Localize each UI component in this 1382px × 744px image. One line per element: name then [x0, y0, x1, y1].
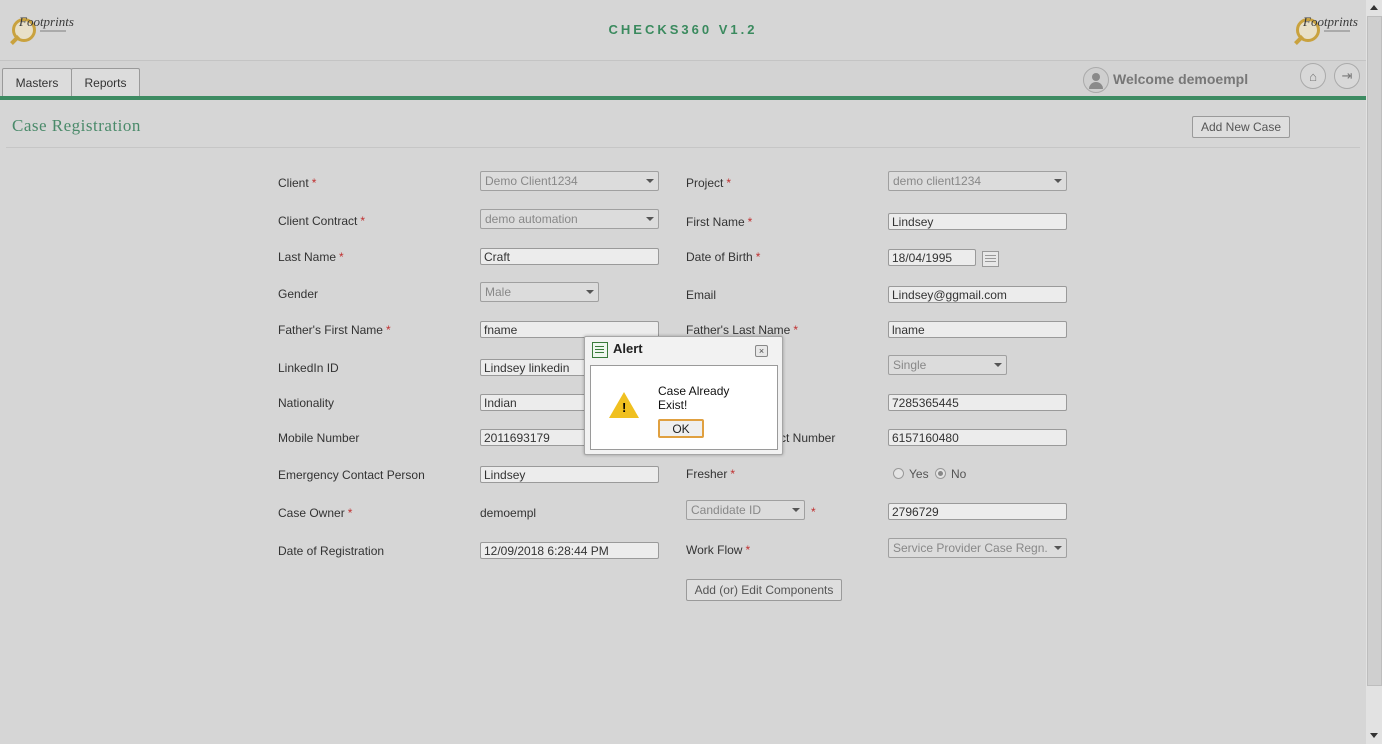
- father-first-name-label: Father's First Name *: [278, 323, 391, 337]
- tab-reports[interactable]: Reports: [71, 68, 140, 96]
- case-owner-label: Case Owner *: [278, 506, 353, 520]
- candidate-id-input[interactable]: 2796729: [888, 503, 1067, 520]
- nav-accent-bar: [0, 96, 1366, 100]
- emergency-number-label: ct Number: [780, 431, 836, 445]
- first-name-input[interactable]: Lindsey: [888, 213, 1067, 230]
- workflow-label: Work Flow *: [686, 543, 751, 557]
- emergency-number-input[interactable]: 6157160480: [888, 429, 1067, 446]
- close-icon[interactable]: ×: [755, 345, 768, 357]
- fresher-label: Fresher *: [686, 467, 736, 481]
- client-contract-select[interactable]: demo automation: [480, 209, 659, 229]
- tab-masters[interactable]: Masters: [2, 68, 72, 96]
- chevron-down-icon: [646, 179, 654, 183]
- client-select[interactable]: Demo Client1234: [480, 171, 659, 191]
- calendar-icon[interactable]: [982, 251, 999, 267]
- chevron-down-icon: [1054, 179, 1062, 183]
- logout-icon[interactable]: ⇥: [1334, 63, 1360, 89]
- welcome-text: Welcome demoempl: [1113, 71, 1249, 87]
- chevron-down-icon: [792, 508, 800, 512]
- date-of-registration-label: Date of Registration: [278, 544, 385, 558]
- user-avatar-icon: [1083, 67, 1109, 93]
- add-edit-components-button[interactable]: Add (or) Edit Components: [686, 579, 842, 601]
- email-input[interactable]: Lindsey@ggmail.com: [888, 286, 1067, 303]
- mobile-label: Mobile Number: [278, 431, 360, 445]
- fresher-no-radio[interactable]: [935, 468, 946, 479]
- alert-title: Alert: [613, 341, 643, 356]
- date-of-registration-input[interactable]: 12/09/2018 6:28:44 PM: [480, 542, 659, 559]
- marital-status-select[interactable]: Single: [888, 355, 1007, 375]
- dob-input[interactable]: 18/04/1995: [888, 249, 976, 266]
- phone-input[interactable]: 7285365445: [888, 394, 1067, 411]
- father-last-name-input[interactable]: lname: [888, 321, 1067, 338]
- dob-label: Date of Birth *: [686, 250, 761, 264]
- emergency-person-label: Emergency Contact Person: [278, 468, 425, 482]
- client-label: Client *: [278, 176, 317, 190]
- scroll-thumb[interactable]: [1367, 16, 1382, 686]
- project-select[interactable]: demo client1234: [888, 171, 1067, 191]
- alert-body: ! Case Already Exist! OK: [590, 365, 778, 450]
- first-name-label: First Name *: [686, 215, 753, 229]
- candidate-id-required: *: [811, 505, 816, 519]
- workflow-select[interactable]: Service Provider Case Regn.: [888, 538, 1067, 558]
- scroll-up-icon[interactable]: [1370, 5, 1378, 10]
- scroll-down-icon[interactable]: [1370, 733, 1378, 738]
- fresher-yes-radio[interactable]: [893, 468, 904, 479]
- ok-button[interactable]: OK: [658, 419, 704, 438]
- vertical-scrollbar[interactable]: [1366, 0, 1382, 744]
- app-title: CHECKS360 V1.2: [608, 22, 758, 37]
- alert-message: Case Already Exist!: [658, 384, 730, 412]
- gender-select[interactable]: Male: [480, 282, 599, 302]
- alert-dialog: Alert × ! Case Already Exist! OK: [584, 336, 783, 455]
- nationality-label: Nationality: [278, 396, 335, 410]
- project-label: Project *: [686, 176, 732, 190]
- candidate-id-select[interactable]: Candidate ID: [686, 500, 805, 520]
- chevron-down-icon: [1054, 546, 1062, 550]
- home-icon[interactable]: ⌂: [1300, 63, 1326, 89]
- add-new-case-button[interactable]: Add New Case: [1192, 116, 1290, 138]
- linkedin-label: LinkedIn ID: [278, 361, 339, 375]
- last-name-input[interactable]: Craft: [480, 248, 659, 265]
- case-owner-value: demoempl: [480, 506, 537, 520]
- logo-text: Footprints: [1303, 14, 1358, 29]
- page-title: Case Registration: [12, 116, 141, 135]
- fresher-yes-label: Yes: [909, 467, 929, 481]
- footprints-logo-right: Footprints: [1290, 8, 1360, 48]
- emergency-person-input[interactable]: Lindsey: [480, 466, 659, 483]
- fresher-no-label: No: [951, 467, 967, 481]
- chevron-down-icon: [994, 363, 1002, 367]
- last-name-label: Last Name *: [278, 250, 344, 264]
- email-label: Email: [686, 288, 717, 302]
- chevron-down-icon: [586, 290, 594, 294]
- father-last-name-label: Father's Last Name *: [686, 323, 799, 337]
- gender-label: Gender: [278, 287, 319, 301]
- chevron-down-icon: [646, 217, 654, 221]
- client-contract-label: Client Contract *: [278, 214, 366, 228]
- alert-title-icon: [592, 342, 608, 358]
- content-divider: [6, 147, 1360, 148]
